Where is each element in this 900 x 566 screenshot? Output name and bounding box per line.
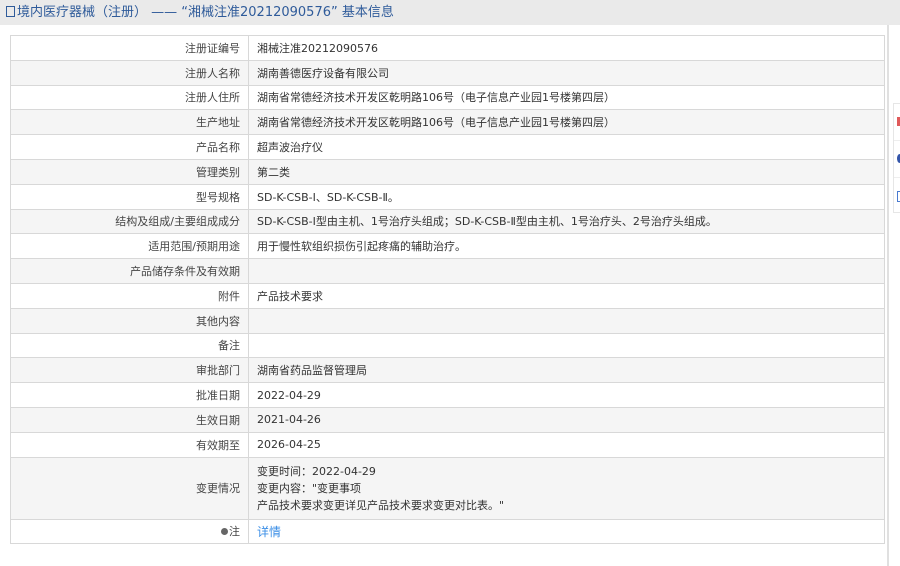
field-label: 注册证编号 xyxy=(10,35,249,61)
change-content: 变更内容："变更事项 xyxy=(257,481,362,495)
details-link[interactable]: 详情 xyxy=(257,525,281,539)
field-label: 注册人名称 xyxy=(10,59,249,86)
table-row: 注册证编号 湘械注准20212090576 xyxy=(10,35,885,61)
table-row: 注册人名称 湖南善德医疗设备有限公司 xyxy=(10,59,885,86)
field-label: 型号规格 xyxy=(10,183,249,210)
field-label: 产品储存条件及有效期 xyxy=(10,258,249,284)
table-row-note: 注 详情 xyxy=(10,518,885,545)
table-row: 批准日期 2022-04-29 xyxy=(10,382,885,408)
page-header: 境内医疗器械（注册） —— “湘械注准20212090576” 基本信息 xyxy=(0,0,900,25)
table-row: 注册人住所 湖南省常德经济技术开发区乾明路106号（电子信息产业园1号楼第四层） xyxy=(10,84,885,111)
table-row-changes: 变更情况 变更时间：2022-04-29 变更内容："变更事项产品技术要求变更详见产… xyxy=(10,456,885,520)
field-value xyxy=(248,307,885,334)
table-row: 生产地址 湖南省常德经济技术开发区乾明路106号（电子信息产业园1号楼第四层） xyxy=(10,109,885,136)
table-row: 审批部门 湖南省药品监督管理局 xyxy=(10,357,885,384)
side-tool-3[interactable] xyxy=(894,178,900,214)
field-value: 超声波治疗仪 xyxy=(248,134,885,160)
pin-icon xyxy=(221,528,228,536)
field-value: SD-K-CSB-Ⅰ型由主机、1号治疗头组成；SD-K-CSB-Ⅱ型由主机、1号… xyxy=(248,208,885,235)
field-value: 2026-04-25 xyxy=(248,431,885,458)
table-row: 型号规格 SD-K-CSB-Ⅰ、SD-K-CSB-Ⅱ。 xyxy=(10,183,885,210)
field-value: 第二类 xyxy=(248,158,885,185)
scrollbar[interactable] xyxy=(887,25,889,566)
field-label: 其他内容 xyxy=(10,307,249,334)
table-row: 管理类别 第二类 xyxy=(10,158,885,185)
field-label: 结构及组成/主要组成成分 xyxy=(10,208,249,235)
field-label: 产品名称 xyxy=(10,134,249,160)
field-label: 注 xyxy=(10,518,249,545)
side-tool-2[interactable] xyxy=(894,141,900,178)
field-label: 生产地址 xyxy=(10,109,249,136)
field-value: 湖南善德医疗设备有限公司 xyxy=(248,59,885,86)
field-value: SD-K-CSB-Ⅰ、SD-K-CSB-Ⅱ。 xyxy=(248,183,885,210)
table-row: 生效日期 2021-04-26 xyxy=(10,406,885,433)
table-row: 产品储存条件及有效期 xyxy=(10,258,885,284)
field-value: 湖南省药品监督管理局 xyxy=(248,357,885,384)
field-value: 湖南省常德经济技术开发区乾明路106号（电子信息产业园1号楼第四层） xyxy=(248,109,885,136)
field-label: 生效日期 xyxy=(10,406,249,433)
field-label: 注册人住所 xyxy=(10,84,249,111)
field-value: 变更时间：2022-04-29 变更内容："变更事项产品技术要求变更详见产品技术要… xyxy=(248,456,885,520)
field-value xyxy=(248,332,885,359)
field-value: 湘械注准20212090576 xyxy=(248,35,885,61)
field-label: 审批部门 xyxy=(10,357,249,384)
page-title: 境内医疗器械（注册） —— “湘械注准20212090576” 基本信息 xyxy=(17,5,394,20)
field-value: 产品技术要求 xyxy=(248,282,885,309)
field-value: 湖南省常德经济技术开发区乾明路106号（电子信息产业园1号楼第四层） xyxy=(248,84,885,111)
field-value: 详情 xyxy=(248,518,885,545)
field-label: 有效期至 xyxy=(10,431,249,458)
table-row: 适用范围/预期用途 用于慢性软组织损伤引起疼痛的辅助治疗。 xyxy=(10,233,885,260)
field-label: 附件 xyxy=(10,282,249,309)
field-value: 用于慢性软组织损伤引起疼痛的辅助治疗。 xyxy=(248,233,885,260)
field-label: 管理类别 xyxy=(10,158,249,185)
field-label: 批准日期 xyxy=(10,382,249,408)
table-row: 附件 产品技术要求 xyxy=(10,282,885,309)
table-row: 有效期至 2026-04-25 xyxy=(10,431,885,458)
field-value: 2021-04-26 xyxy=(248,406,885,433)
field-label: 变更情况 xyxy=(10,456,249,520)
field-value xyxy=(248,258,885,284)
table-row: 备注 xyxy=(10,332,885,359)
change-content-detail: 产品技术要求变更详见产品技术要求变更对比表。" xyxy=(257,498,505,512)
side-tool-1[interactable] xyxy=(894,104,900,141)
table-row: 结构及组成/主要组成成分 SD-K-CSB-Ⅰ型由主机、1号治疗头组成；SD-K-… xyxy=(10,208,885,235)
table-row: 产品名称 超声波治疗仪 xyxy=(10,134,885,160)
info-table: 注册证编号 湘械注准20212090576 注册人名称 湖南善德医疗设备有限公司 注册人… xyxy=(10,35,885,545)
field-value: 2022-04-29 xyxy=(248,382,885,408)
note-label: 注 xyxy=(229,525,240,539)
field-label: 适用范围/预期用途 xyxy=(10,233,249,260)
field-label: 备注 xyxy=(10,332,249,359)
change-time: 变更时间：2022-04-29 xyxy=(257,464,376,478)
document-icon xyxy=(6,6,15,17)
side-toolbar xyxy=(893,103,900,213)
table-row: 其他内容 xyxy=(10,307,885,334)
